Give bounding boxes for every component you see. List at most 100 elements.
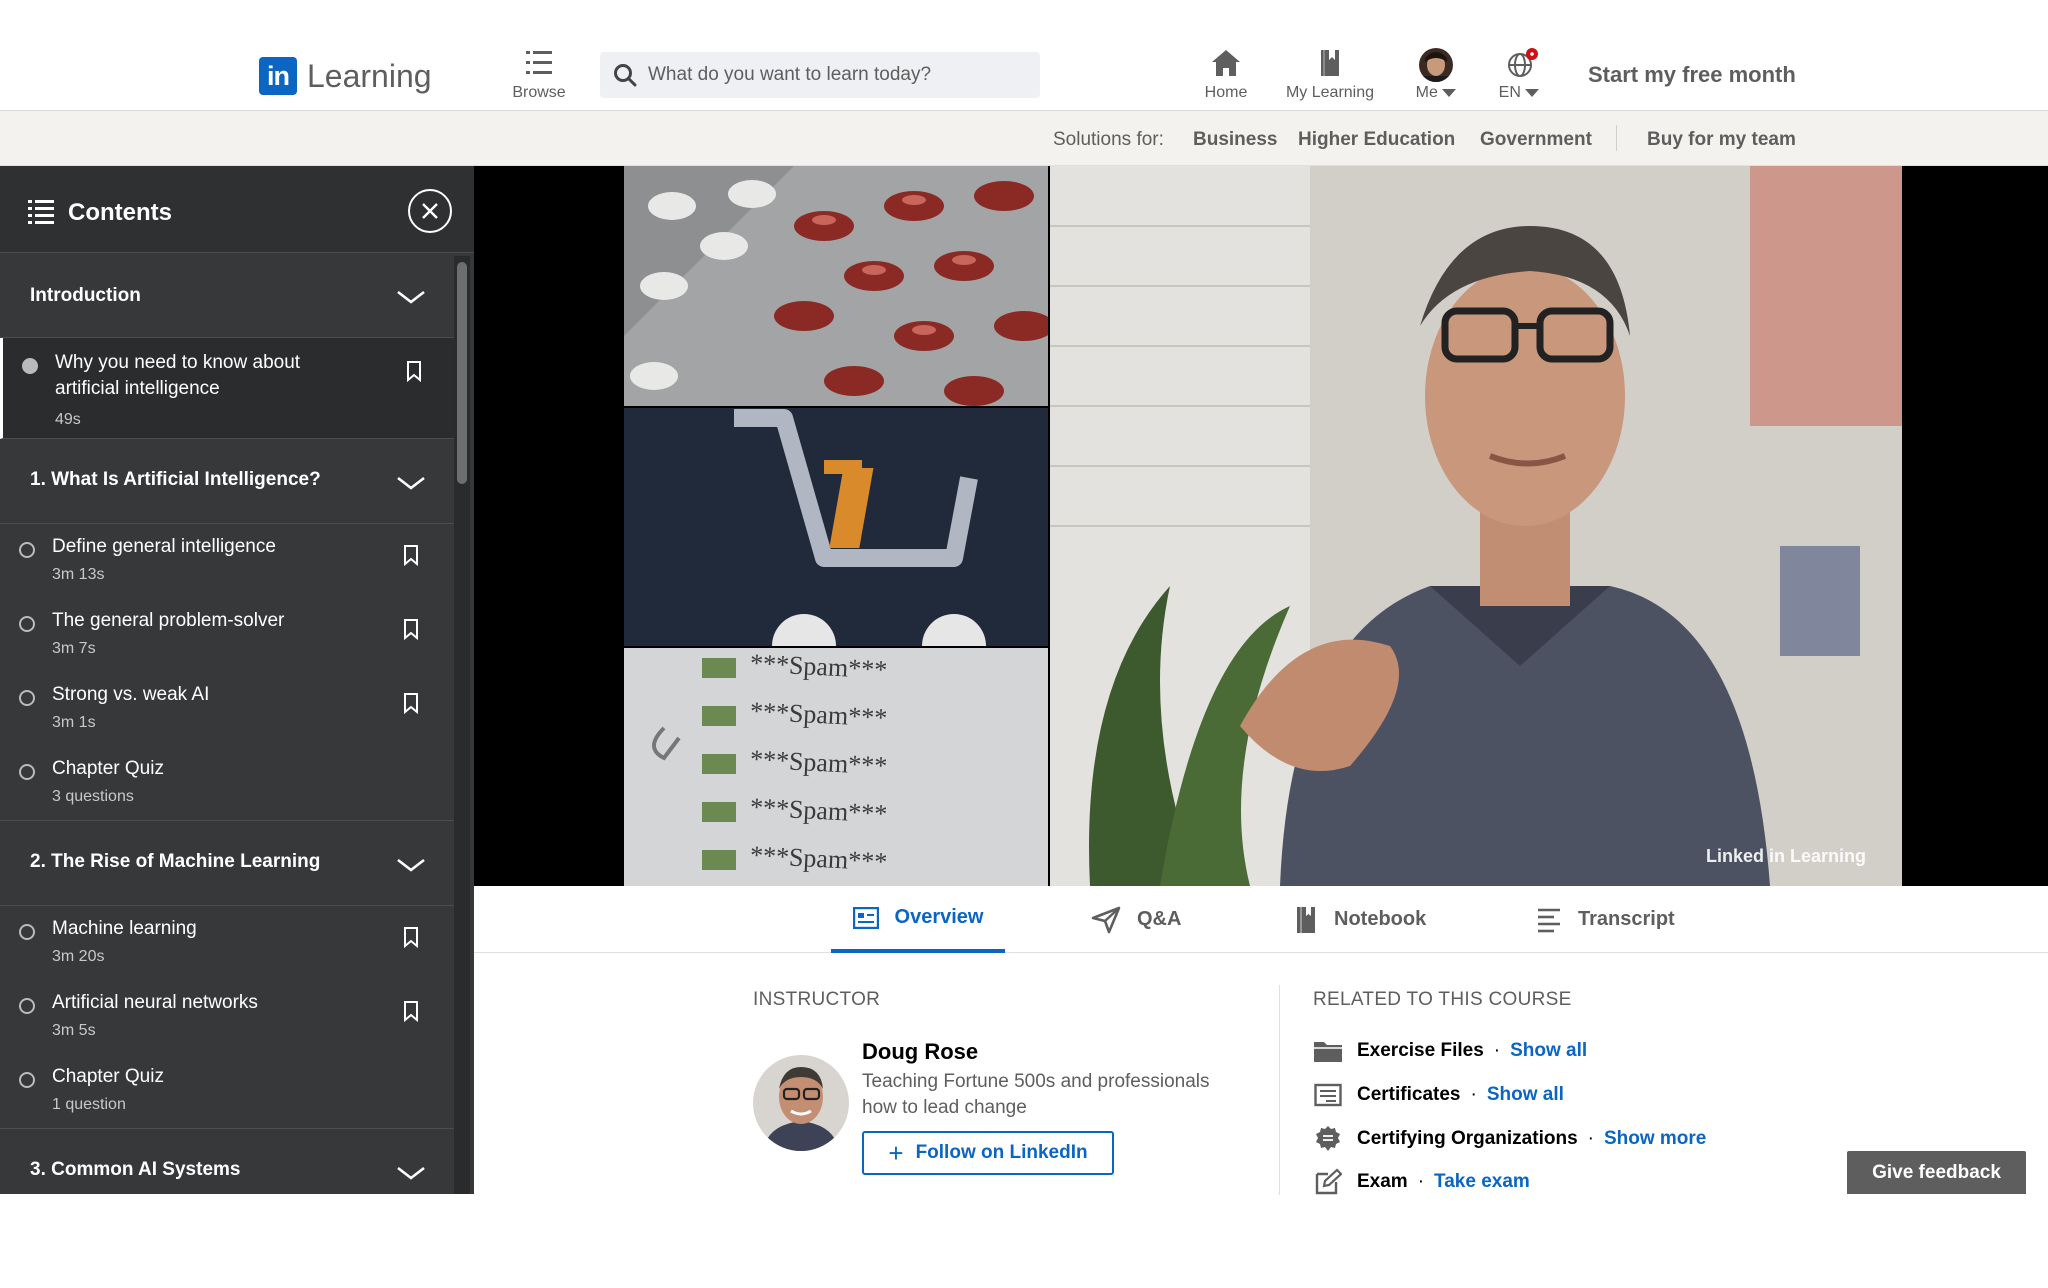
video-player[interactable]: ***Spam*** ***Spam*** ***Spam*** ***Spam… (474, 166, 2048, 886)
linkedin-learning-logo[interactable]: in Learning (259, 56, 432, 96)
video-duration: 3m 5s (52, 1022, 96, 1039)
related-certificates: Certificates · Show all (1313, 1080, 1564, 1110)
logo-text: Learning (307, 57, 432, 94)
close-icon (422, 203, 438, 219)
list-item[interactable]: Chapter Quiz 1 question (0, 1054, 454, 1128)
section-title: 3. Common AI Systems (30, 1159, 241, 1180)
related-exam: Exam · Take exam (1313, 1167, 1530, 1197)
related-label: Exam (1357, 1171, 1408, 1192)
tab-overview[interactable]: Overview (831, 886, 1005, 953)
video-pills-frame (624, 166, 1048, 406)
progress-dot-icon (19, 1072, 35, 1088)
show-all-certificates-link[interactable]: Show all (1487, 1084, 1564, 1106)
progress-dot-icon (19, 616, 35, 632)
browse-label: Browse (512, 84, 566, 101)
quiz-title: Chapter Quiz (52, 758, 164, 779)
show-all-exercise-files-link[interactable]: Show all (1510, 1040, 1587, 1062)
list-item-current-video[interactable]: Why you need to know about artificial in… (0, 338, 454, 439)
tab-qa-label: Q&A (1137, 908, 1182, 930)
search-bar[interactable] (600, 52, 1040, 98)
contents-list-icon (28, 200, 54, 224)
notebook-icon (1297, 906, 1315, 933)
linkedin-in-logo-icon: in (259, 57, 297, 95)
related-heading: RELATED TO THIS COURSE (1313, 989, 1572, 1010)
show-more-organizations-link[interactable]: Show more (1604, 1128, 1706, 1150)
plus-icon: + (888, 1137, 904, 1168)
tab-transcript[interactable]: Transcript (1536, 886, 1675, 953)
section-title: 2. The Rise of Machine Learning (30, 851, 321, 872)
chevron-down-icon (397, 1166, 425, 1180)
section-header[interactable]: 3. Common AI Systems (0, 1128, 454, 1194)
progress-dot-icon (22, 358, 38, 374)
globe-icon (1508, 48, 1538, 77)
instructor-avatar[interactable] (753, 1055, 849, 1151)
sidebar-scrollbar[interactable] (454, 256, 470, 1194)
search-input[interactable] (648, 64, 1028, 86)
section-header[interactable]: 2. The Rise of Machine Learning (0, 820, 454, 906)
video-duration: 3m 13s (52, 566, 105, 583)
home-icon (1212, 50, 1240, 76)
take-exam-link[interactable]: Take exam (1434, 1171, 1530, 1193)
bookmark-icon[interactable] (405, 360, 423, 382)
chevron-down-icon (397, 290, 425, 304)
tab-notebook-label: Notebook (1334, 908, 1427, 930)
video-instructor-frame: Linked in Learning (1050, 166, 1902, 886)
exam-edit-icon (1315, 1168, 1342, 1195)
list-item[interactable]: Artificial neural networks 3m 5s (0, 980, 454, 1054)
video-title: Why you need to know about artificial in… (55, 352, 301, 399)
nav-my-learning-label: My Learning (1285, 84, 1375, 101)
quiz-question-count: 1 question (52, 1096, 126, 1113)
instructor-name[interactable]: Doug Rose (862, 1039, 978, 1065)
bookmark-icon[interactable] (402, 544, 420, 566)
shopping-cart-icon (624, 408, 1048, 646)
video-title: Define general intelligence (52, 536, 276, 557)
caret-down-icon (1525, 88, 1540, 97)
video-title: The general problem-solver (52, 610, 285, 631)
follow-on-linkedin-button[interactable]: + Follow on LinkedIn (862, 1131, 1114, 1175)
list-item[interactable]: Strong vs. weak AI 3m 1s (0, 672, 454, 746)
solutions-bar: Solutions for: Business Higher Education… (0, 111, 2048, 166)
give-feedback-button[interactable]: Give feedback (1847, 1151, 2026, 1194)
instructor-description: Teaching Fortune 500s and professionals … (862, 1071, 1210, 1118)
bookmark-icon[interactable] (402, 692, 420, 714)
bookmark-icon[interactable] (402, 618, 420, 640)
section-header[interactable]: 1. What Is Artificial Intelligence? (0, 439, 454, 524)
section-header[interactable]: Introduction (0, 253, 454, 338)
progress-dot-icon (19, 542, 35, 558)
list-item[interactable]: Machine learning 3m 20s (0, 906, 454, 980)
video-duration: 3m 7s (52, 640, 96, 657)
tab-qa[interactable]: Q&A (1091, 886, 1181, 953)
course-tabs: Overview Q&A Notebook Transcript (474, 886, 2048, 953)
nav-language-menu[interactable]: EN (1492, 46, 1546, 106)
video-title: Strong vs. weak AI (52, 684, 210, 705)
bookmark-icon[interactable] (402, 1000, 420, 1022)
related-label: Exercise Files (1357, 1040, 1484, 1061)
list-item[interactable]: Chapter Quiz 3 questions (0, 746, 454, 820)
progress-dot-icon (19, 924, 35, 940)
start-free-month-link[interactable]: Start my free month (1588, 62, 1796, 88)
related-label: Certifying Organizations (1357, 1128, 1578, 1149)
top-header: in Learning Browse Home My Learning (0, 0, 2048, 111)
tab-notebook[interactable]: Notebook (1294, 886, 1426, 953)
nav-language-label: EN (1492, 84, 1546, 102)
tab-transcript-label: Transcript (1578, 908, 1675, 930)
linkedin-learning-watermark: Linked in Learning (1706, 846, 1867, 866)
progress-dot-icon (19, 690, 35, 706)
bookmark-icon[interactable] (402, 926, 420, 948)
video-title: Artificial neural networks (52, 992, 258, 1013)
buy-for-team-link[interactable]: Buy for my team (1647, 129, 2048, 151)
close-contents-button[interactable] (408, 189, 452, 233)
related-certifying-organizations: Certifying Organizations · Show more (1313, 1124, 1706, 1154)
instructor-video-image (1050, 166, 1902, 886)
list-item[interactable]: Define general intelligence 3m 13s (0, 524, 454, 598)
tab-overview-label: Overview (894, 906, 984, 928)
scrollbar-thumb[interactable] (457, 262, 467, 484)
browse-button[interactable]: Browse (508, 48, 570, 104)
list-item[interactable]: The general problem-solver 3m 7s (0, 598, 454, 672)
nav-me-menu[interactable]: Me (1408, 46, 1464, 106)
video-cart-frame (624, 408, 1048, 646)
divider (1616, 125, 1617, 151)
nav-home[interactable]: Home (1196, 46, 1256, 106)
nav-my-learning[interactable]: My Learning (1280, 46, 1380, 106)
progress-dot-icon (19, 764, 35, 780)
